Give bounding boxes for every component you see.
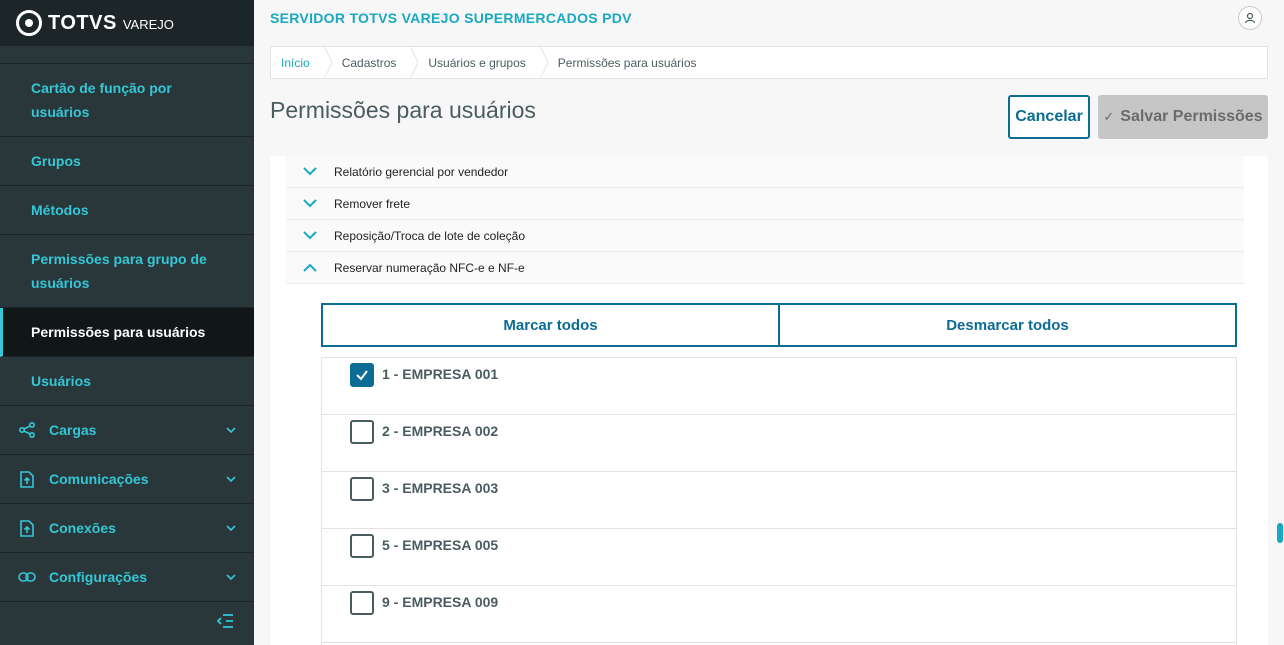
breadcrumb-item-usuarios-grupos[interactable]: Usuários e grupos <box>418 47 539 78</box>
sidebar-group-label: Configurações <box>49 569 148 585</box>
permission-label: Reservar numeração NFC-e e NF-e <box>334 260 525 275</box>
chevron-down-icon <box>226 427 236 434</box>
breadcrumb-item-current: Permissões para usuários <box>557 55 697 70</box>
permission-label: Relatório gerencial por vendedor <box>334 164 509 179</box>
sidebar-group-comunicacoes[interactable]: Comunicações <box>0 455 254 504</box>
top-bar: SERVIDOR TOTVS VAREJO SUPERMERCADOS PDV <box>254 0 1284 36</box>
company-name: 1 - EMPRESA 001 <box>382 366 499 382</box>
company-checkbox[interactable] <box>350 420 374 444</box>
sidebar-item-permissoes-usuarios[interactable]: Permissões para usuários <box>0 308 254 357</box>
sidebar-item-permissoes-grupo[interactable]: Permissões para grupo de usuários <box>0 235 254 308</box>
check-icon: ✓ <box>1103 109 1115 124</box>
permission-label: Remover frete <box>334 196 411 211</box>
file-upload-icon <box>18 470 36 488</box>
chevron-down-icon <box>226 574 236 581</box>
company-checkbox[interactable] <box>350 534 374 558</box>
sidebar-group-configuracoes[interactable]: Configurações <box>0 553 254 602</box>
company-name: 9 - EMPRESA 009 <box>382 594 499 610</box>
save-permissions-button[interactable]: ✓ Salvar Permissões <box>1098 95 1268 139</box>
sidebar-group-label: Cargas <box>49 422 97 438</box>
page-title: Permissões para usuários <box>270 97 536 123</box>
sidebar-group-conexoes[interactable]: Conexões <box>0 504 254 553</box>
permission-row[interactable]: Reposição/Troca de lote de coleção <box>286 220 1244 252</box>
sidebar-item-metodos[interactable]: Métodos <box>0 186 254 235</box>
chevron-down-icon[interactable] <box>286 231 334 240</box>
sidebar-group-label: Comunicações <box>49 471 149 487</box>
brand-name: TOTVS <box>48 11 117 34</box>
chevron-up-icon[interactable] <box>286 263 334 272</box>
breadcrumb-separator <box>539 46 548 79</box>
company-checkbox[interactable] <box>350 591 374 615</box>
chevron-down-icon[interactable] <box>286 167 334 176</box>
list-item: 5 - EMPRESA 005 <box>322 529 1236 586</box>
link-icon <box>18 568 36 586</box>
totvs-logo-icon <box>16 10 42 36</box>
sidebar-group-label: Conexões <box>49 520 116 536</box>
company-checkbox[interactable] <box>350 477 374 501</box>
breadcrumb-separator <box>323 46 332 79</box>
permission-label: Reposição/Troca de lote de coleção <box>334 228 526 243</box>
chevron-down-icon <box>226 525 236 532</box>
sidebar-item-cartao-funcao[interactable]: Cartão de função por usuários <box>0 64 254 137</box>
sidebar-group-cargas[interactable]: Cargas <box>0 406 254 455</box>
list-item: 9 - EMPRESA 009 <box>322 586 1236 643</box>
user-menu-button[interactable] <box>1238 6 1262 30</box>
sidebar-item-usuarios[interactable]: Usuários <box>0 357 254 406</box>
save-permissions-label: Salvar Permissões <box>1120 108 1263 125</box>
mark-toggle-group: Marcar todos Desmarcar todos <box>321 303 1237 347</box>
company-name: 2 - EMPRESA 002 <box>382 423 499 439</box>
breadcrumb-separator <box>410 46 419 79</box>
collapse-menu-icon[interactable] <box>216 613 234 629</box>
check-icon <box>356 370 368 381</box>
sidebar-item-label: Grupos <box>31 153 81 169</box>
list-item: 1 - EMPRESA 001 <box>322 358 1236 415</box>
permission-row[interactable]: Remover frete <box>286 188 1244 220</box>
permission-row-expanded[interactable]: Reservar numeração NFC-e e NF-e <box>286 252 1244 284</box>
permissions-panel: Relatório gerencial por vendedor Remover… <box>270 156 1268 645</box>
brand-logo[interactable]: TOTVS VAREJO <box>0 0 254 46</box>
sidebar-item-label: Usuários <box>31 373 91 389</box>
company-list: 1 - EMPRESA 001 2 - EMPRESA 002 3 - EMPR… <box>321 357 1237 645</box>
chevron-down-icon[interactable] <box>286 199 334 208</box>
scrollbar-thumb[interactable] <box>1277 523 1283 543</box>
cancel-button[interactable]: Cancelar <box>1008 95 1090 139</box>
breadcrumb-item-inicio[interactable]: Início <box>271 47 324 78</box>
sidebar-item-label: Cartão de função por usuários <box>31 80 172 120</box>
sidebar-item-label: Métodos <box>31 202 89 218</box>
sidebar-item-label: Permissões para grupo de usuários <box>31 251 207 291</box>
breadcrumb-item-cadastros[interactable]: Cadastros <box>332 47 411 78</box>
app-title: SERVIDOR TOTVS VAREJO SUPERMERCADOS PDV <box>270 10 632 26</box>
brand-sub: VAREJO <box>122 17 174 32</box>
file-upload-icon <box>18 519 36 537</box>
user-icon <box>1244 12 1256 24</box>
permission-row[interactable]: Relatório gerencial por vendedor <box>286 156 1244 188</box>
company-checkbox[interactable] <box>350 363 374 387</box>
sidebar-item-label: Permissões para usuários <box>31 324 206 340</box>
unmark-all-button[interactable]: Desmarcar todos <box>778 305 1235 345</box>
mark-all-button[interactable]: Marcar todos <box>323 305 778 345</box>
list-item: 2 - EMPRESA 002 <box>322 415 1236 472</box>
breadcrumb: Início Cadastros Usuários e grupos Permi… <box>270 46 1268 79</box>
company-name: 5 - EMPRESA 005 <box>382 537 499 553</box>
sidebar: TOTVS VAREJO Cartão de função por usuári… <box>0 0 254 645</box>
chevron-down-icon <box>226 476 236 483</box>
sidebar-item-grupos[interactable]: Grupos <box>0 137 254 186</box>
list-item: 3 - EMPRESA 003 <box>322 472 1236 529</box>
share-icon <box>18 421 36 439</box>
company-name: 3 - EMPRESA 003 <box>382 480 499 496</box>
